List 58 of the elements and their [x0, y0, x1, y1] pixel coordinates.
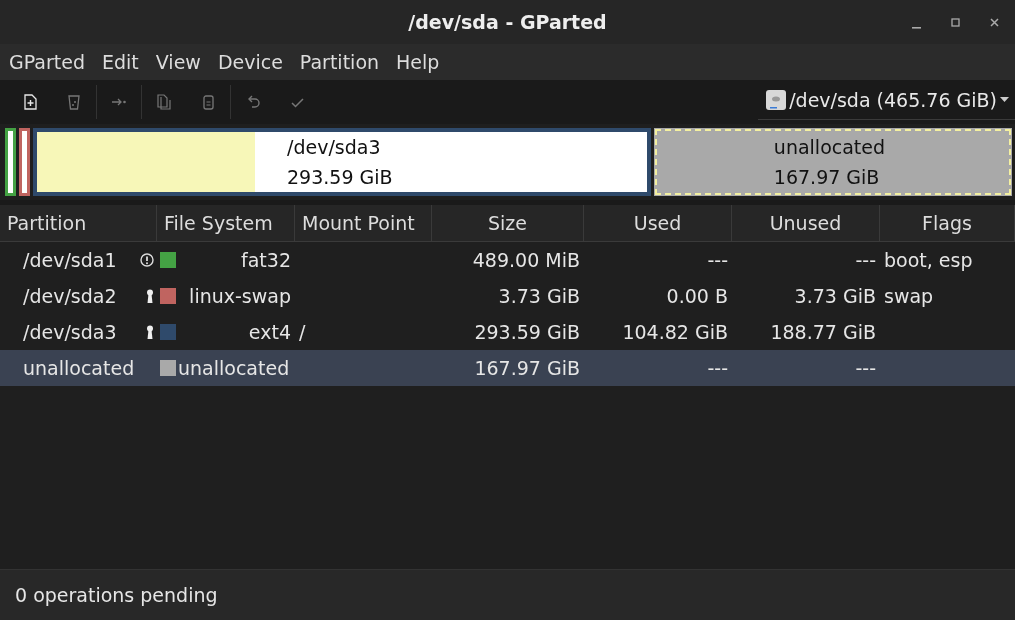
size-cell: 3.73 GiB [498, 285, 580, 307]
used-cell: 104.82 GiB [622, 321, 728, 343]
used-cell: --- [707, 249, 728, 271]
menu-item[interactable]: Help [387, 51, 448, 73]
flags-cell: swap [884, 285, 934, 307]
unused-cell: --- [855, 249, 876, 271]
used-cell: 0.00 B [666, 285, 728, 307]
partition-cell: /dev/sda1 [23, 249, 117, 271]
flags-cell: boot, esp [884, 249, 973, 271]
file-system-cell-text: ext4 [248, 321, 292, 343]
segment-name: unallocated [773, 135, 886, 160]
file-system-cell-text: fat32 [241, 249, 292, 271]
size-cell: 167.97 GiB [474, 357, 580, 379]
new-file-icon [22, 94, 38, 110]
segment-name: /dev/sda3 [287, 135, 382, 160]
size-cell: 293.59 GiB [474, 321, 580, 343]
copy-icon [156, 94, 172, 110]
size-cell: 489.00 MiB [472, 249, 580, 271]
clipboard-icon [200, 94, 216, 110]
partition-segment[interactable]: /dev/sda3 293.59 GiB [33, 128, 651, 196]
menu-item[interactable]: Edit [93, 51, 147, 73]
column-header[interactable]: Size [432, 205, 584, 241]
file-system-cell-text: unallocated [178, 357, 291, 379]
mount-point-cell: / [299, 321, 306, 343]
column-header[interactable]: Used [584, 205, 732, 241]
menu-item[interactable]: GParted [0, 51, 93, 73]
table-row[interactable]: /dev/sda3 ext4 / 293.59 GiB 104.82 GiB 188.77 GiB [0, 314, 1015, 350]
table-row[interactable]: unallocated unallocated 167.97 GiB --- --- [0, 350, 1015, 386]
unused-cell: 3.73 GiB [794, 285, 876, 307]
status-text: 0 operations pending [15, 584, 218, 606]
partition-cell: /dev/sda2 [23, 285, 117, 307]
partition-cell: /dev/sda3 [23, 321, 117, 343]
maximize-icon [950, 17, 960, 27]
menu-item[interactable]: Partition [290, 51, 388, 73]
caret-icon [1000, 97, 1009, 102]
used-cell: --- [707, 357, 728, 379]
segment-size: 167.97 GiB [773, 165, 881, 190]
column-header[interactable]: File System [157, 205, 295, 241]
trash-icon [66, 94, 82, 110]
partition-segment[interactable] [5, 128, 16, 196]
partition-segment[interactable] [19, 128, 30, 196]
table-row[interactable]: /dev/sda1 fat32 489.00 MiB --- --- boot, esp [0, 242, 1015, 278]
column-header[interactable]: Mount Point [295, 205, 432, 241]
file-system-cell-text: linux-swap [189, 285, 292, 307]
menu-item[interactable]: Device [208, 51, 291, 73]
partition-cell: unallocated [23, 357, 135, 379]
unallocated-segment[interactable]: unallocated 167.97 GiB [653, 128, 1012, 196]
column-header[interactable]: Partition [0, 205, 157, 241]
table-row[interactable]: /dev/sda2 linux-swap 3.73 GiB 0.00 B 3.73 GiB swap [0, 278, 1015, 314]
close-icon [989, 17, 999, 27]
minimize-icon [911, 27, 921, 29]
column-header[interactable]: Flags [880, 205, 1015, 241]
column-header[interactable]: Unused [732, 205, 880, 241]
segment-size: 293.59 GiB [287, 165, 393, 190]
unused-cell: 188.77 GiB [770, 321, 876, 343]
menu-item[interactable]: View [146, 51, 209, 73]
window-title: /dev/sda - GParted [408, 11, 607, 33]
unused-cell: --- [855, 357, 876, 379]
